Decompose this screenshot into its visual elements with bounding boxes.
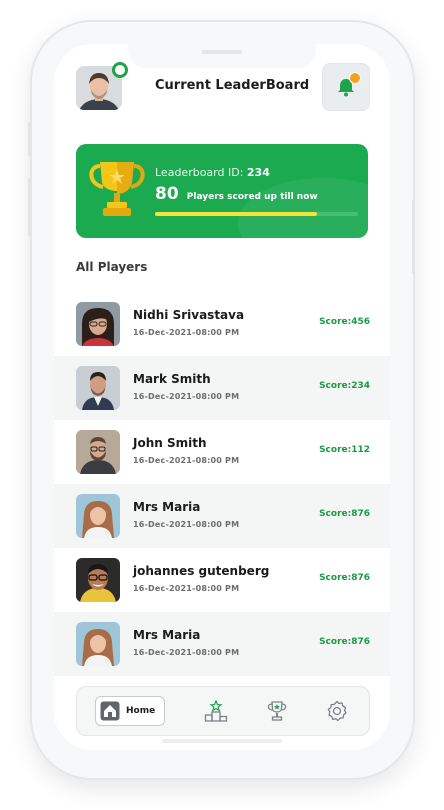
player-name: johannes gutenberg: [133, 564, 270, 578]
phone-side-button: [412, 200, 415, 274]
app-screen: Current LeaderBoard Leaderboard ID: 234 …: [54, 44, 390, 750]
player-count-text: Players scored up till now: [186, 192, 318, 202]
leaderboard-id: Leaderboard ID: 234: [155, 166, 270, 179]
player-score: Score:876: [319, 573, 370, 583]
player-row[interactable]: John Smith 16-Dec-2021-08:00 PM Score:11…: [54, 420, 390, 484]
progress-fill: [155, 212, 318, 216]
player-count-number: 80: [155, 184, 179, 204]
player-row[interactable]: johannes gutenberg 16-Dec-2021-08:00 PM …: [54, 548, 390, 612]
player-score: Score:876: [319, 509, 370, 519]
phone-side-button: [28, 122, 31, 156]
player-row[interactable]: Mrs Maria 16-Dec-2021-08:00 PM Score:876: [54, 612, 390, 676]
players-list: Nidhi Srivastava 16-Dec-2021-08:00 PM Sc…: [54, 292, 390, 676]
player-score: Score:876: [319, 637, 370, 647]
player-date: 16-Dec-2021-08:00 PM: [133, 392, 240, 401]
player-row[interactable]: Mark Smith 16-Dec-2021-08:00 PM Score:23…: [54, 356, 390, 420]
notification-badge: [349, 72, 361, 84]
player-avatar: [76, 366, 120, 410]
player-avatar: [76, 430, 120, 474]
player-date: 16-Dec-2021-08:00 PM: [133, 648, 240, 657]
podium-icon[interactable]: [204, 699, 228, 726]
player-avatar: [76, 494, 120, 538]
app-header: Current LeaderBoard: [54, 44, 390, 134]
home-icon: [100, 701, 120, 721]
player-date: 16-Dec-2021-08:00 PM: [133, 584, 240, 593]
leaderboard-summary-card: Leaderboard ID: 234 80 Players scored up…: [76, 144, 368, 238]
trophy-icon: [86, 156, 148, 226]
player-name: Nidhi Srivastava: [133, 308, 245, 322]
page-title: Current LeaderBoard: [155, 78, 310, 93]
online-status-icon: [112, 62, 128, 78]
player-date: 16-Dec-2021-08:00 PM: [133, 520, 240, 529]
settings-icon[interactable]: [326, 700, 348, 726]
player-name: John Smith: [133, 436, 207, 450]
player-score: Score:456: [319, 317, 370, 327]
trophy-icon[interactable]: [266, 700, 288, 726]
leaderboard-id-value: 234: [246, 166, 270, 179]
leaderboard-id-label: Leaderboard ID:: [155, 166, 244, 179]
nav-home-button[interactable]: Home: [95, 696, 165, 726]
leaderboard-progress-bar: [155, 212, 358, 216]
player-score: Score:234: [319, 381, 370, 391]
phone-side-button: [28, 178, 31, 236]
player-row[interactable]: Nidhi Srivastava 16-Dec-2021-08:00 PM Sc…: [54, 292, 390, 356]
player-name: Mark Smith: [133, 372, 211, 386]
bottom-navigation: Home: [76, 686, 370, 736]
player-avatar: [76, 622, 120, 666]
player-date: 16-Dec-2021-08:00 PM: [133, 328, 240, 337]
nav-home-label: Home: [126, 706, 156, 716]
player-count: 80 Players scored up till now: [155, 184, 318, 204]
player-row[interactable]: Mrs Maria 16-Dec-2021-08:00 PM Score:876: [54, 484, 390, 548]
player-avatar: [76, 302, 120, 346]
player-name: Mrs Maria: [133, 628, 201, 642]
player-date: 16-Dec-2021-08:00 PM: [133, 456, 240, 465]
player-name: Mrs Maria: [133, 500, 201, 514]
player-score: Score:112: [319, 445, 370, 455]
notification-button[interactable]: [322, 63, 370, 111]
section-title: All Players: [76, 260, 148, 274]
home-indicator: [162, 739, 282, 743]
player-avatar: [76, 558, 120, 602]
